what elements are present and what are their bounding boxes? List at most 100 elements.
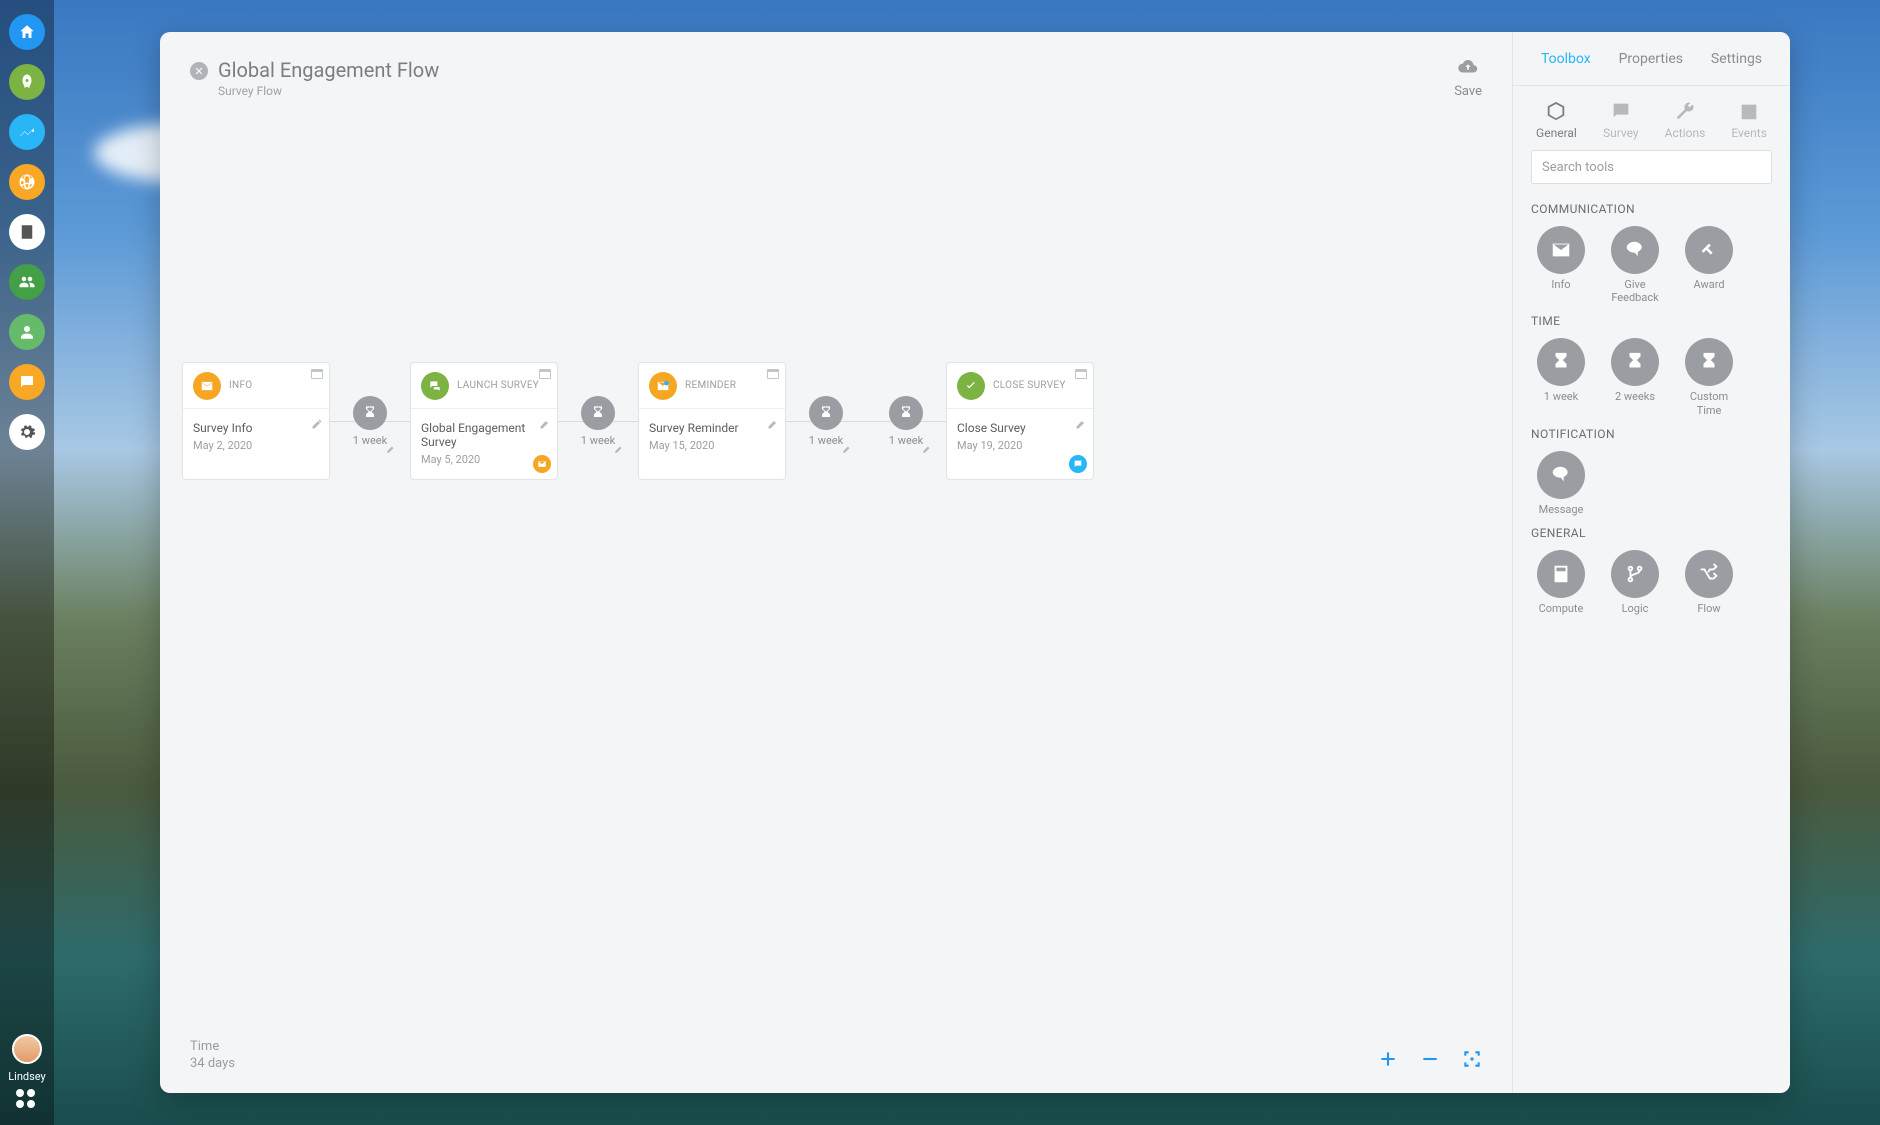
section-title: COMMUNICATION — [1531, 202, 1772, 216]
tab-properties[interactable]: Properties — [1619, 51, 1683, 67]
group-icon — [18, 273, 36, 291]
calculator-icon — [1550, 563, 1572, 585]
card-date: May 19, 2020 — [957, 439, 1083, 452]
flow-row: INFO Survey Info May 2, 2020 1 week — [182, 362, 1490, 480]
flow-spacer[interactable]: 1 week — [866, 362, 946, 480]
section-title: TIME — [1531, 314, 1772, 328]
section-notification: NOTIFICATION Message — [1513, 417, 1790, 516]
flow-title: Global Engagement Flow — [218, 58, 439, 82]
tool-flow[interactable]: Flow — [1679, 550, 1739, 615]
tool-compute[interactable]: Compute — [1531, 550, 1591, 615]
edit-button[interactable] — [767, 415, 779, 434]
trend-icon — [18, 123, 36, 141]
flow-card-launch[interactable]: LAUNCH SURVEY Global Engagement Survey M… — [410, 362, 558, 480]
card-title: Survey Reminder — [649, 421, 775, 435]
nav-group[interactable] — [9, 264, 45, 300]
zoom-in-button[interactable] — [1378, 1049, 1398, 1073]
tool-1week[interactable]: 1 week — [1531, 338, 1591, 416]
zoom-fit-button[interactable] — [1462, 1049, 1482, 1073]
tool-give-feedback[interactable]: Give Feedback — [1605, 226, 1665, 304]
flow-spacer[interactable]: 1 week — [558, 362, 638, 480]
nav-building[interactable] — [9, 214, 45, 250]
pencil-icon — [1075, 418, 1087, 430]
card-window-icon[interactable] — [311, 369, 323, 379]
section-title: GENERAL — [1531, 526, 1772, 540]
card-title: Survey Info — [193, 421, 319, 435]
footer-label: Time — [190, 1039, 235, 1054]
nav-trend[interactable] — [9, 114, 45, 150]
flow-spacer[interactable]: 1 week — [786, 362, 866, 480]
spacer-label: 1 week — [349, 434, 391, 447]
hourglass-icon — [353, 396, 387, 430]
shuffle-icon — [1698, 563, 1720, 585]
hourglass-icon — [889, 396, 923, 430]
nav-home[interactable] — [9, 14, 45, 50]
card-window-icon[interactable] — [539, 369, 551, 379]
nav-launch[interactable] — [9, 64, 45, 100]
speech-icon — [1624, 239, 1646, 261]
wrench-icon — [1674, 100, 1696, 122]
hourglass-icon — [1698, 351, 1720, 373]
save-button[interactable]: Save — [1454, 56, 1482, 99]
flow-card-close[interactable]: CLOSE SURVEY Close Survey May 19, 2020 — [946, 362, 1094, 480]
pencil-icon — [539, 418, 551, 430]
sidebar-user-block: Lindsey — [8, 1034, 46, 1125]
pencil-icon — [767, 418, 779, 430]
card-type-label: REMINDER — [685, 380, 736, 391]
main-sidebar: Lindsey — [0, 0, 54, 1125]
tool-message[interactable]: Message — [1531, 451, 1591, 516]
zoom-out-button[interactable] — [1420, 1049, 1440, 1073]
card-window-icon[interactable] — [767, 369, 779, 379]
cloud-upload-icon — [1455, 56, 1481, 78]
section-communication: COMMUNICATION Info Give Feedback Award — [1513, 192, 1790, 304]
clap-icon — [1698, 239, 1720, 261]
spacer-label: 1 week — [805, 434, 847, 447]
flow-canvas[interactable]: Global Engagement Flow Survey Flow Save … — [160, 32, 1512, 1093]
pencil-icon — [311, 418, 323, 430]
nav-globe[interactable] — [9, 164, 45, 200]
card-window-icon[interactable] — [1075, 369, 1087, 379]
spacer-label: 1 week — [885, 434, 927, 447]
hourglass-icon — [809, 396, 843, 430]
search-input[interactable] — [1531, 150, 1772, 184]
section-title: NOTIFICATION — [1531, 427, 1772, 441]
card-date: May 2, 2020 — [193, 439, 319, 452]
card-type-label: LAUNCH SURVEY — [457, 380, 539, 391]
hourglass-icon — [1550, 351, 1572, 373]
tab-settings[interactable]: Settings — [1711, 51, 1762, 67]
card-title: Close Survey — [957, 421, 1083, 435]
chat-icon — [18, 373, 36, 391]
close-icon — [194, 66, 204, 76]
save-label: Save — [1454, 84, 1482, 99]
flow-card-reminder[interactable]: REMINDER Survey Reminder May 15, 2020 — [638, 362, 786, 480]
tool-info[interactable]: Info — [1531, 226, 1591, 304]
section-general: GENERAL Compute Logic Flow — [1513, 516, 1790, 615]
tooltab-survey[interactable]: Survey — [1603, 100, 1639, 140]
edit-button[interactable] — [311, 415, 323, 434]
flow-card-info[interactable]: INFO Survey Info May 2, 2020 — [182, 362, 330, 480]
tool-2weeks[interactable]: 2 weeks — [1605, 338, 1665, 416]
home-icon — [18, 23, 36, 41]
nav-user[interactable] — [9, 314, 45, 350]
edit-button[interactable] — [539, 415, 551, 434]
flow-spacer[interactable]: 1 week — [330, 362, 410, 480]
tooltab-actions[interactable]: Actions — [1665, 100, 1706, 140]
user-name: Lindsey — [8, 1070, 46, 1083]
apps-icon[interactable] — [16, 1089, 38, 1111]
chat-icon — [1610, 100, 1632, 122]
tooltab-general[interactable]: General — [1536, 100, 1577, 140]
cube-icon — [1545, 100, 1567, 122]
tool-custom-time[interactable]: Custom Time — [1679, 338, 1739, 416]
user-avatar[interactable] — [12, 1034, 42, 1064]
tooltab-events[interactable]: Events — [1731, 100, 1767, 140]
nav-gear[interactable] — [9, 414, 45, 450]
edit-button[interactable] — [1075, 415, 1087, 434]
tool-logic[interactable]: Logic — [1605, 550, 1665, 615]
branch-icon — [1624, 563, 1646, 585]
card-date: May 15, 2020 — [649, 439, 775, 452]
nav-chat[interactable] — [9, 364, 45, 400]
tab-toolbox[interactable]: Toolbox — [1541, 51, 1591, 67]
close-button[interactable] — [190, 62, 208, 80]
tool-award[interactable]: Award — [1679, 226, 1739, 304]
envelope-badge-icon — [533, 455, 551, 473]
